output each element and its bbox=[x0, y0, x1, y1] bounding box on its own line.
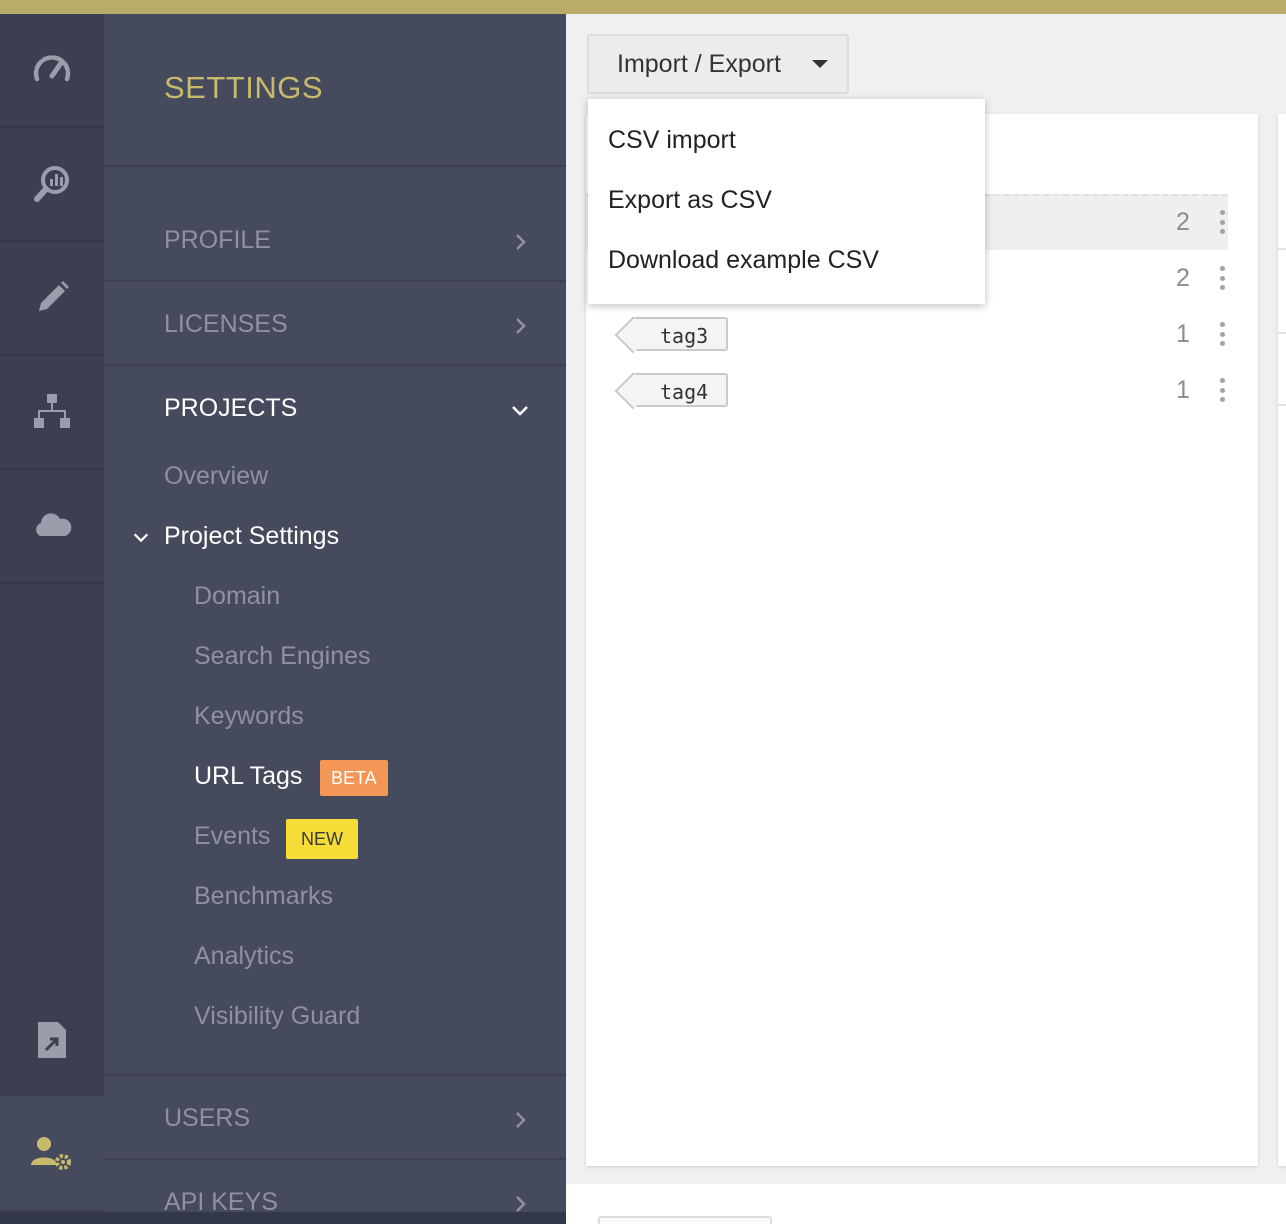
settings-panel: SETTINGS PROFILE LICENSES PROJECTS Overv… bbox=[104, 14, 566, 1224]
menu-item-export-csv[interactable]: Export as CSV bbox=[608, 186, 772, 215]
section-profile[interactable]: PROFILE bbox=[164, 226, 271, 255]
chevron-right-icon bbox=[516, 318, 526, 334]
more-vert-icon[interactable] bbox=[1219, 210, 1225, 234]
divider bbox=[104, 364, 566, 366]
chevron-right-icon bbox=[516, 1112, 526, 1128]
nav-events[interactable]: Events bbox=[194, 822, 270, 851]
rail-dashboard[interactable] bbox=[0, 14, 104, 128]
import-export-button[interactable]: Import / Export bbox=[587, 34, 849, 94]
rail-settings[interactable] bbox=[0, 1096, 104, 1210]
adjacent-card bbox=[1278, 114, 1286, 1166]
divider bbox=[104, 1074, 566, 1076]
rail-content[interactable] bbox=[0, 242, 104, 356]
nav-visibility-guard[interactable]: Visibility Guard bbox=[194, 1002, 360, 1031]
tag-name: tag4 bbox=[660, 380, 709, 404]
footer-button[interactable] bbox=[598, 1216, 772, 1224]
menu-item-download-example[interactable]: Download example CSV bbox=[608, 246, 879, 275]
search-chart-icon bbox=[34, 166, 69, 202]
nav-url-tags[interactable]: URL Tags bbox=[194, 762, 302, 791]
tag-chip[interactable]: tag3 bbox=[632, 317, 729, 351]
rail-cloud[interactable] bbox=[0, 470, 104, 584]
section-licenses[interactable]: LICENSES bbox=[164, 310, 288, 339]
beta-badge: BETA bbox=[320, 760, 388, 796]
import-export-menu: CSV import Export as CSV Download exampl… bbox=[588, 99, 985, 304]
tag-count: 2 bbox=[1176, 208, 1190, 236]
menu-item-csv-import[interactable]: CSV import bbox=[608, 126, 736, 155]
divider bbox=[104, 280, 566, 282]
settings-title: SETTINGS bbox=[164, 70, 324, 105]
tag-count: 1 bbox=[1176, 376, 1190, 404]
section-projects[interactable]: PROJECTS bbox=[164, 394, 297, 423]
cloud-icon bbox=[36, 513, 72, 536]
divider bbox=[104, 1158, 566, 1160]
nav-search-engines[interactable]: Search Engines bbox=[194, 642, 371, 671]
rail-reports[interactable] bbox=[0, 984, 104, 1098]
user-settings-icon bbox=[31, 1137, 71, 1170]
chevron-right-icon bbox=[516, 234, 526, 250]
more-vert-icon[interactable] bbox=[1219, 322, 1225, 346]
tag-chip[interactable]: tag4 bbox=[632, 373, 729, 407]
rail-structure[interactable] bbox=[0, 356, 104, 470]
file-export-icon bbox=[38, 1022, 66, 1058]
gauge-icon bbox=[33, 55, 71, 82]
nav-domain[interactable]: Domain bbox=[194, 582, 280, 611]
divider bbox=[104, 165, 566, 167]
pencil-icon bbox=[39, 281, 69, 311]
rail-research[interactable] bbox=[0, 128, 104, 242]
caret-down-icon bbox=[812, 60, 828, 68]
nav-benchmarks[interactable]: Benchmarks bbox=[194, 882, 333, 911]
nav-project-settings[interactable]: Project Settings bbox=[164, 522, 339, 551]
nav-overview[interactable]: Overview bbox=[164, 462, 268, 491]
chevron-down-icon bbox=[133, 533, 149, 543]
section-users[interactable]: USERS bbox=[164, 1104, 250, 1133]
more-vert-icon[interactable] bbox=[1219, 266, 1225, 290]
new-badge: NEW bbox=[286, 819, 358, 859]
chevron-down-icon bbox=[512, 406, 528, 416]
tag-count: 1 bbox=[1176, 320, 1190, 348]
tag-count: 2 bbox=[1176, 264, 1190, 292]
sitemap-icon bbox=[34, 394, 70, 428]
sidebar-bottom-bar bbox=[0, 1212, 566, 1224]
icon-rail bbox=[0, 14, 104, 1224]
tag-name: tag3 bbox=[660, 324, 709, 348]
nav-keywords[interactable]: Keywords bbox=[194, 702, 304, 731]
import-export-label: Import / Export bbox=[617, 49, 781, 78]
nav-analytics[interactable]: Analytics bbox=[194, 942, 294, 971]
more-vert-icon[interactable] bbox=[1219, 378, 1225, 402]
top-accent-bar bbox=[0, 0, 1286, 14]
